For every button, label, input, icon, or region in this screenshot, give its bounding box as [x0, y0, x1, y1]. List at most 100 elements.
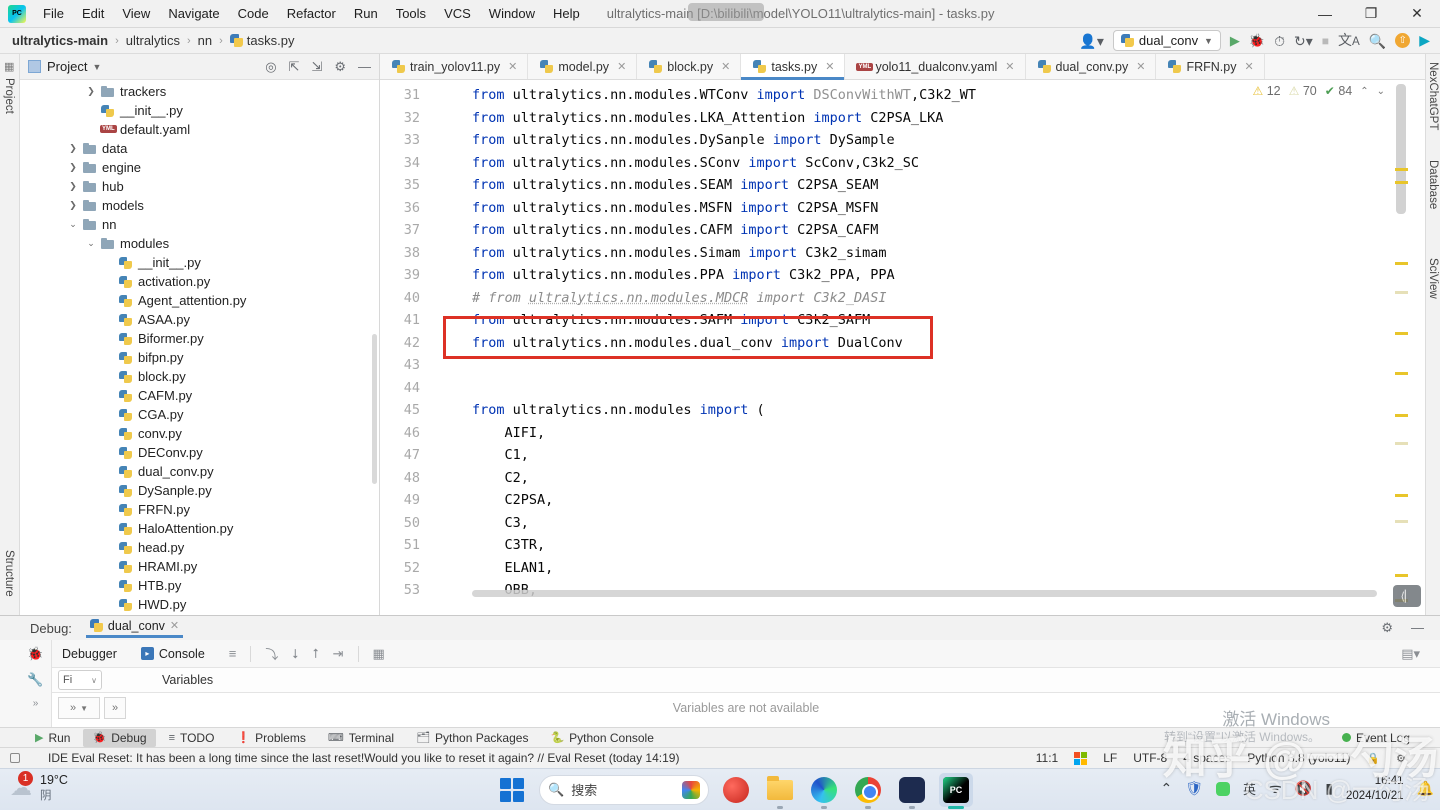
menu-item-help[interactable]: Help — [544, 1, 589, 26]
error-stripe[interactable] — [1393, 80, 1409, 615]
code-line[interactable]: 38from ultralytics.nn.modules.Simam impo… — [380, 242, 1391, 265]
tool-stripe-nexchatgpt[interactable]: NexChatGPT — [1427, 62, 1439, 130]
menu-item-refactor[interactable]: Refactor — [278, 1, 345, 26]
close-tab-icon[interactable]: ✕ — [1244, 60, 1253, 73]
breadcrumb-item[interactable]: ultralytics-main — [12, 33, 108, 48]
tray-expand-icon[interactable]: ⌃ — [1161, 780, 1173, 797]
caret-position[interactable]: 11:1 — [1036, 751, 1058, 765]
code-line[interactable]: 36from ultralytics.nn.modules.MSFN impor… — [380, 197, 1391, 220]
tree-item-default-yaml[interactable]: default.yaml — [20, 120, 379, 139]
debug-session-tab[interactable]: dual_conv ✕ — [86, 619, 183, 638]
taskbar-app-red[interactable] — [719, 773, 753, 807]
tree-chevron-icon[interactable]: ❯ — [64, 181, 82, 192]
inspection-widget[interactable]: ⚠ 12 ⚠ 70 ✔ 84 ⌃ ⌄ — [1252, 84, 1385, 98]
taskbar-chrome[interactable] — [851, 773, 885, 807]
run-to-cursor-icon[interactable]: ⇥ — [333, 646, 344, 662]
code-line[interactable]: 48 C2, — [380, 467, 1391, 490]
code-line[interactable]: 44 — [380, 377, 1391, 400]
tree-item-bifpn-py[interactable]: bifpn.py — [20, 348, 379, 367]
tree-chevron-icon[interactable]: ❯ — [82, 86, 100, 97]
code-line[interactable]: 51 C3TR, — [380, 534, 1391, 557]
search-everywhere-icon[interactable]: 🔍 — [1369, 34, 1386, 48]
tool-window-button-run[interactable]: ▶Run — [26, 729, 79, 747]
settings-cloud-icon[interactable]: ⚙ — [1396, 752, 1406, 765]
tree-item-head-py[interactable]: head.py — [20, 538, 379, 557]
tree-item-data[interactable]: ❯data — [20, 139, 379, 158]
taskbar-edge[interactable] — [807, 773, 841, 807]
tree-item-hrami-py[interactable]: HRAMI.py — [20, 557, 379, 576]
expand-all-icon[interactable]: ⇱ — [289, 59, 300, 75]
hide-panel-icon[interactable]: — — [1411, 620, 1424, 636]
tool-window-button-python-packages[interactable]: 🗂Python Packages — [407, 729, 537, 747]
wrench-settings-icon[interactable]: 🔧 — [27, 672, 43, 688]
tree-item-models[interactable]: ❯models — [20, 196, 379, 215]
wifi-icon[interactable]: ᯤ — [1269, 779, 1282, 798]
close-tab-icon[interactable]: ✕ — [1136, 60, 1145, 73]
notifications-bell-icon[interactable]: 🔔 — [1417, 780, 1434, 797]
editor-scrollbar-thumb[interactable] — [1396, 84, 1406, 214]
menu-item-vcs[interactable]: VCS — [435, 1, 480, 26]
settings-gear-icon[interactable]: ⚙ — [1381, 620, 1393, 636]
clock-widget[interactable]: 16:41 2024/10/21 — [1346, 774, 1404, 804]
breadcrumb-item[interactable]: nn — [198, 33, 212, 48]
chevron-down-icon[interactable]: ▼ — [92, 62, 101, 72]
menu-item-run[interactable]: Run — [345, 1, 387, 26]
tree-item-hwd-py[interactable]: HWD.py — [20, 595, 379, 614]
editor-tab-tasks-py[interactable]: tasks.py✕ — [741, 54, 845, 79]
tree-item-dysanple-py[interactable]: DySanple.py — [20, 481, 379, 500]
code-line[interactable]: 32from ultralytics.nn.modules.LKA_Attent… — [380, 107, 1391, 130]
close-icon[interactable]: ✕ — [170, 619, 179, 632]
code-line[interactable]: 43 — [380, 354, 1391, 377]
taskbar-pycharm[interactable] — [939, 773, 973, 807]
volume-muted-icon[interactable]: 🔇 — [1295, 780, 1312, 797]
code-line[interactable]: 50 C3, — [380, 512, 1391, 535]
tree-item-nn[interactable]: ⌄nn — [20, 215, 379, 234]
settings-gear-icon[interactable]: ⚙ — [334, 59, 346, 75]
code-line[interactable]: 47 C1, — [380, 444, 1391, 467]
battery-icon[interactable]: ▮ — [1325, 780, 1333, 797]
code-area[interactable]: 31from ultralytics.nn.modules.WTConv imp… — [380, 84, 1391, 602]
frames-dropdown[interactable]: Fi∨ — [58, 670, 102, 690]
code-line[interactable]: 42from ultralytics.nn.modules.dual_conv … — [380, 332, 1391, 355]
menu-item-view[interactable]: View — [113, 1, 159, 26]
hide-panel-icon[interactable]: — — [358, 59, 371, 74]
menu-item-tools[interactable]: Tools — [387, 1, 435, 26]
evaluate-expression-icon[interactable]: ▦ — [373, 646, 385, 662]
collapse-all-icon[interactable]: ⇲ — [311, 59, 322, 75]
tool-window-button-debug[interactable]: 🐞Debug — [83, 729, 155, 747]
translate-icon[interactable]: 文A — [1338, 33, 1360, 48]
tree-item-frfn-py[interactable]: FRFN.py — [20, 500, 379, 519]
code-line[interactable]: 33from ultralytics.nn.modules.DySanple i… — [380, 129, 1391, 152]
editor-tab-dual-conv-py[interactable]: dual_conv.py✕ — [1026, 54, 1157, 79]
tree-chevron-icon[interactable]: ❯ — [64, 143, 82, 154]
tree-item-asaa-py[interactable]: ASAA.py — [20, 310, 379, 329]
editor-tab-frfn-py[interactable]: FRFN.py✕ — [1156, 54, 1264, 79]
menu-item-code[interactable]: Code — [229, 1, 278, 26]
code-line[interactable]: 35from ultralytics.nn.modules.SEAM impor… — [380, 174, 1391, 197]
green-tray-icon[interactable] — [1216, 782, 1230, 796]
code-editor[interactable]: 31from ultralytics.nn.modules.WTConv imp… — [380, 80, 1425, 615]
code-line[interactable]: 41from ultralytics.nn.modules.SAFM impor… — [380, 309, 1391, 332]
project-tree-scrollbar[interactable] — [372, 334, 377, 484]
editor-tab-yolo11-dualconv-yaml[interactable]: yolo11_dualconv.yaml✕ — [845, 54, 1025, 79]
profiler-button[interactable]: ⏱ — [1274, 34, 1285, 48]
code-line[interactable]: 40# from ultralytics.nn.modules.MDCR imp… — [380, 287, 1391, 310]
status-message[interactable]: IDE Eval Reset: It has been a long time … — [48, 751, 679, 765]
tool-window-button-python-console[interactable]: 🐍Python Console — [541, 729, 662, 747]
close-tab-icon[interactable]: ✕ — [825, 60, 834, 73]
taskbar-file-explorer[interactable] — [763, 773, 797, 807]
event-log-button[interactable]: Event Log — [1342, 731, 1440, 745]
tree-chevron-icon[interactable]: ❯ — [64, 200, 82, 211]
step-over-icon[interactable]: ⤵ — [265, 644, 278, 663]
editor-horizontal-scrollbar[interactable] — [472, 590, 1377, 597]
tool-stripe-structure[interactable]: Structure — [3, 550, 15, 597]
tree-item-dual-conv-py[interactable]: dual_conv.py — [20, 462, 379, 481]
tree-item-conv-py[interactable]: conv.py — [20, 424, 379, 443]
python-interpreter[interactable]: Python 3.8 (yolo11) — [1247, 751, 1350, 765]
tab-debugger[interactable]: Debugger — [52, 643, 127, 665]
tool-window-button-problems[interactable]: ❗Problems — [227, 729, 314, 747]
menu-item-navigate[interactable]: Navigate — [159, 1, 228, 26]
tool-stripe-sciview[interactable]: SciView — [1427, 258, 1439, 299]
indent-style[interactable]: 4 spaces — [1183, 751, 1231, 765]
file-encoding[interactable]: UTF-8 — [1133, 751, 1167, 765]
